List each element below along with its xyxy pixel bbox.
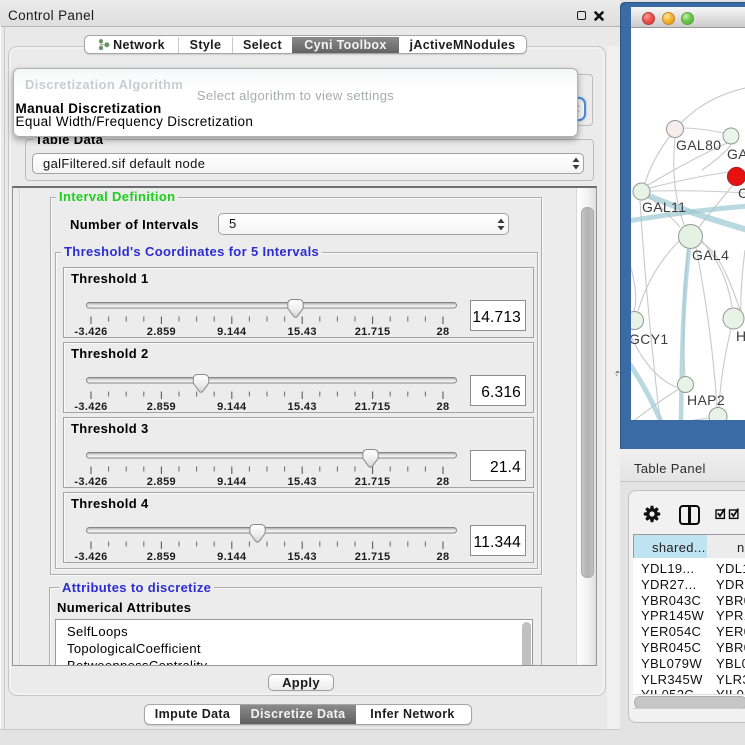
svg-text:2.859: 2.859 xyxy=(146,551,175,563)
svg-text:21.715: 21.715 xyxy=(354,326,390,338)
svg-text:2.859: 2.859 xyxy=(146,401,175,413)
svg-text:-3.426: -3.426 xyxy=(74,401,107,413)
svg-text:28: 28 xyxy=(436,401,449,413)
svg-text:2.859: 2.859 xyxy=(146,326,175,338)
svg-text:GCY1: GCY1 xyxy=(631,331,669,347)
svg-text:GAL80: GAL80 xyxy=(676,137,721,153)
svg-text:9.144: 9.144 xyxy=(217,401,247,413)
svg-text:9.144: 9.144 xyxy=(217,551,247,563)
svg-text:28: 28 xyxy=(436,476,449,488)
svg-text:GAL4: GAL4 xyxy=(692,247,729,263)
svg-text:C: C xyxy=(738,185,745,201)
svg-text:GA: GA xyxy=(727,146,745,162)
svg-text:GAL11: GAL11 xyxy=(642,199,686,215)
svg-text:9.144: 9.144 xyxy=(217,326,247,338)
svg-text:-3.426: -3.426 xyxy=(74,326,107,338)
svg-text:H: H xyxy=(736,328,745,344)
svg-text:-3.426: -3.426 xyxy=(74,551,107,563)
svg-text:15.43: 15.43 xyxy=(287,326,316,338)
svg-text:-3.426: -3.426 xyxy=(74,476,107,488)
svg-text:15.43: 15.43 xyxy=(287,476,316,488)
svg-text:9.144: 9.144 xyxy=(217,476,247,488)
svg-text:21.715: 21.715 xyxy=(354,476,390,488)
svg-text:28: 28 xyxy=(436,551,449,563)
svg-text:28: 28 xyxy=(436,326,449,338)
svg-text:2.859: 2.859 xyxy=(146,476,175,488)
svg-text:15.43: 15.43 xyxy=(287,401,316,413)
svg-text:21.715: 21.715 xyxy=(354,401,390,413)
svg-text:15.43: 15.43 xyxy=(287,551,316,563)
svg-text:HAP2: HAP2 xyxy=(687,392,725,408)
svg-text:21.715: 21.715 xyxy=(354,551,390,563)
